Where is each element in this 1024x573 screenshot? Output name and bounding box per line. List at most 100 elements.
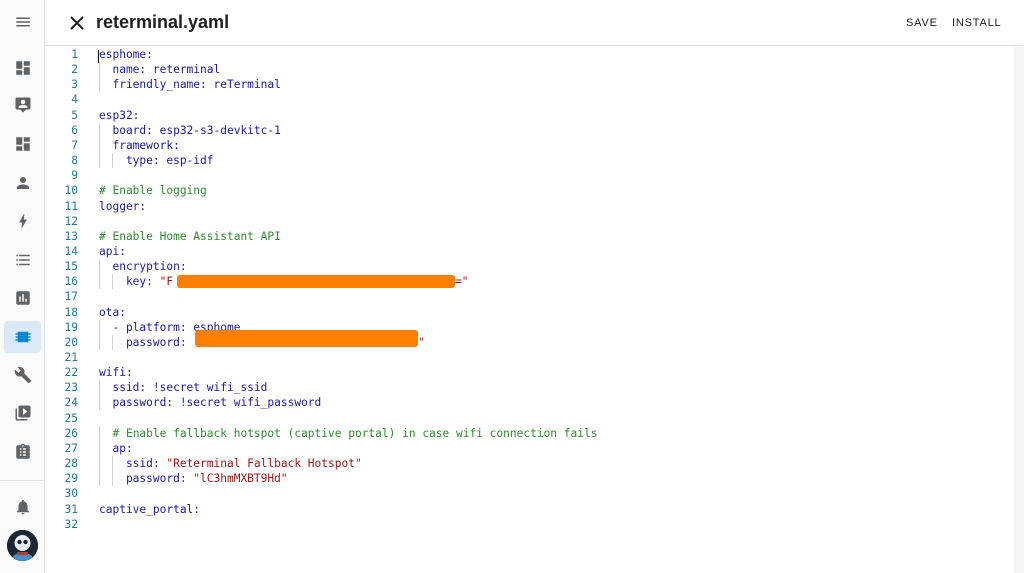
line-number: 23: [64, 381, 78, 395]
line-text: ap:: [99, 441, 133, 455]
code-line: 20 password: ": [45, 329, 975, 350]
code-line: 32: [45, 517, 975, 532]
indent-guide: [99, 334, 100, 350]
media-icon[interactable]: [4, 397, 41, 429]
code-line: 29 password: "lC3hmMXBT9Hd": [45, 471, 975, 487]
code-line: 9: [45, 168, 975, 183]
code-line: 23 ssid: !secret wifi_ssid: [45, 380, 975, 396]
line-number: 24: [64, 396, 78, 410]
line-text: api:: [99, 244, 126, 258]
line-number: 9: [71, 169, 78, 183]
code-line: 21: [45, 350, 975, 365]
code-line: 16 key: "F =": [45, 274, 975, 290]
wrench-icon[interactable]: [4, 359, 41, 391]
line-text: ssid: !secret wifi_ssid: [99, 381, 268, 395]
line-text: type: esp-idf: [99, 154, 214, 168]
indent-guide: [99, 153, 100, 169]
line-number: 17: [64, 290, 78, 304]
indent-guide: [112, 456, 114, 472]
line-number: 15: [64, 260, 78, 274]
indent-guide: [112, 471, 114, 487]
line-text: name: reterminal: [99, 63, 221, 77]
line-number: 1: [71, 48, 78, 61]
indent-guide: [99, 122, 100, 138]
line-text: esphome:: [99, 48, 153, 61]
line-number: 4: [71, 93, 78, 107]
line-number: 16: [64, 275, 78, 289]
editor-scrollbar[interactable]: [1014, 47, 1024, 573]
line-text: framework:: [99, 138, 180, 152]
bell-icon[interactable]: [4, 491, 41, 523]
line-number: 26: [64, 426, 78, 440]
line-number: 14: [64, 244, 78, 258]
line-text: ssid: "Reterminal Fallback Hotspot": [99, 457, 362, 471]
line-number: 30: [64, 487, 78, 501]
line-number: 25: [64, 411, 78, 425]
line-text: password: !secret wifi_password: [99, 396, 322, 410]
line-number: 5: [71, 108, 78, 122]
code-line: 18 ota:: [45, 305, 975, 320]
line-number: 10: [64, 184, 78, 198]
line-number: 27: [64, 441, 78, 455]
line-text: ota:: [99, 305, 126, 319]
line-text: key: "F: [99, 275, 174, 289]
map-icon[interactable]: [4, 128, 41, 160]
redaction-bar: [195, 329, 418, 347]
code-line: 1 esphome:: [45, 47, 975, 62]
line-number: 28: [64, 457, 78, 471]
indent-guide: [112, 334, 114, 350]
code-line: 5 esp32:: [45, 108, 975, 123]
line-text: # Enable Home Assistant API: [99, 229, 281, 243]
sidebar: [0, 0, 45, 573]
avatar[interactable]: [7, 530, 38, 561]
indent-guide: [99, 440, 100, 456]
indent-guide: [99, 77, 100, 93]
password-tail: ": [418, 335, 425, 349]
code-line: 12: [45, 214, 975, 229]
save-button[interactable]: SAVE: [906, 17, 938, 29]
key-tail: =": [455, 275, 469, 289]
line-text: esp32:: [99, 108, 140, 122]
file-title: reterminal.yaml: [96, 12, 230, 32]
line-number: 29: [64, 472, 78, 486]
line-number: 13: [64, 229, 78, 243]
editor-header: reterminal.yaml SAVE INSTALL: [45, 0, 1024, 46]
code-line: 11 logger:: [45, 199, 975, 214]
indent-guide: [99, 471, 100, 487]
code-line: 7 framework:: [45, 137, 975, 153]
energy-icon[interactable]: [4, 89, 41, 121]
lightning-icon[interactable]: [4, 205, 41, 237]
list-icon[interactable]: [4, 244, 41, 276]
person-icon[interactable]: [4, 167, 41, 199]
line-number: 8: [71, 154, 78, 168]
chart-icon[interactable]: [4, 282, 41, 314]
indent-guide: [112, 274, 114, 290]
esphome-icon[interactable]: [4, 321, 41, 353]
code-line: 4: [45, 92, 975, 107]
line-text: # Enable logging: [99, 184, 207, 198]
install-button[interactable]: INSTALL: [952, 17, 1001, 29]
code-line: 19 - platform: esphome: [45, 319, 975, 335]
menu-icon[interactable]: [4, 6, 41, 38]
code-line: 10 # Enable logging: [45, 183, 975, 198]
code-editor[interactable]: 1 esphome: 2 name: reterminal 3 friendly_na…: [45, 47, 1024, 573]
indent-guide: [99, 456, 100, 472]
indent-guide: [112, 153, 114, 169]
line-number: 3: [71, 78, 78, 92]
line-text: # Enable fallback hotspot (captive porta…: [112, 426, 598, 440]
code-line: 14 api:: [45, 244, 975, 259]
line-number: 21: [64, 351, 78, 364]
line-text: password: "lC3hmMXBT9Hd": [99, 472, 288, 486]
line-number: 19: [64, 320, 78, 334]
line-number: 12: [64, 214, 78, 228]
indent-guide: [99, 395, 100, 411]
line-number: 11: [64, 199, 78, 213]
line-number: 7: [71, 138, 78, 152]
code-line: 28 ssid: "Reterminal Fallback Hotspot": [45, 456, 975, 472]
clipboard-icon[interactable]: [4, 436, 41, 468]
dashboard-icon[interactable]: [4, 52, 41, 84]
indent-guide: [99, 137, 100, 153]
line-number: 6: [71, 123, 78, 137]
close-button[interactable]: [65, 11, 89, 35]
line-text: board: esp32-s3-devkitc-1: [99, 123, 281, 137]
